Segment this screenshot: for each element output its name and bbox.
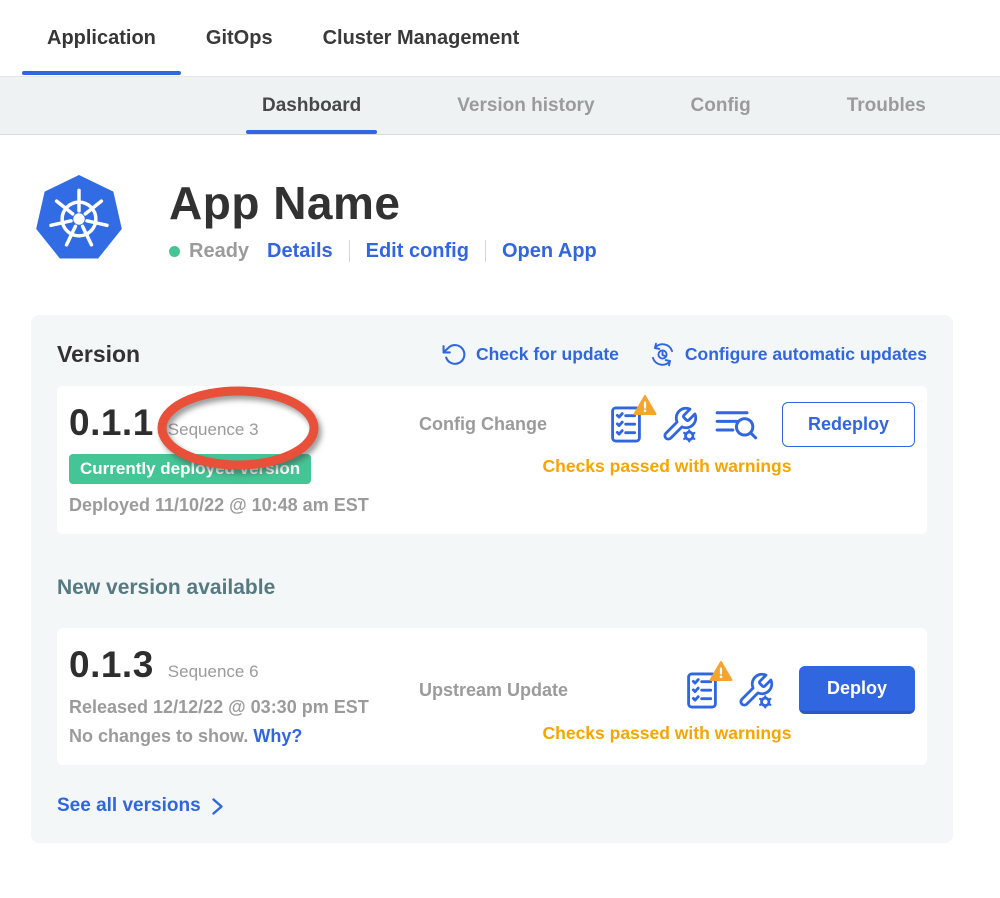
available-version-card: 0.1.3 Sequence 6 Released 12/12/22 @ 03:… <box>57 628 927 765</box>
new-version-heading: New version available <box>57 576 927 600</box>
edit-config-icon[interactable] <box>736 671 775 710</box>
tab-version-history[interactable]: Version history <box>441 77 610 134</box>
tab-gitops-label: GitOps <box>206 27 273 50</box>
tab-gitops[interactable]: GitOps <box>181 0 298 76</box>
check-for-update-label: Check for update <box>476 344 619 365</box>
preflight-checks-icon[interactable] <box>683 670 721 711</box>
divider <box>349 240 350 262</box>
tab-dashboard[interactable]: Dashboard <box>246 77 377 134</box>
active-tab-underline <box>22 71 181 75</box>
version-source-type: Upstream Update <box>419 680 568 701</box>
tab-dashboard-label: Dashboard <box>262 95 361 117</box>
current-version-sequence: Sequence 3 <box>168 420 259 440</box>
deploy-button[interactable]: Deploy <box>799 666 915 714</box>
tab-troubleshoot[interactable]: Troubles <box>831 77 942 134</box>
redeploy-button[interactable]: Redeploy <box>782 402 915 447</box>
see-all-versions-link[interactable]: See all versions <box>57 795 927 817</box>
available-version-sequence: Sequence 6 <box>168 662 259 682</box>
deployed-timestamp: Deployed 11/10/22 @ 10:48 am EST <box>69 495 419 516</box>
edit-config-link[interactable]: Edit config <box>366 240 469 263</box>
divider <box>485 240 486 262</box>
auto-update-icon <box>649 341 676 368</box>
version-section: Version Check for update Configure <box>31 315 953 843</box>
checks-status-message: Checks passed with warnings <box>419 723 915 744</box>
version-section-title: Version <box>57 341 140 368</box>
preflight-checks-icon[interactable] <box>607 404 645 445</box>
no-changes-text: No changes to show. <box>69 726 248 746</box>
status-badge: Ready <box>189 240 249 263</box>
warning-triangle-icon <box>633 394 657 416</box>
released-timestamp: Released 12/12/22 @ 03:30 pm EST <box>69 697 419 718</box>
tab-application[interactable]: Application <box>22 0 181 76</box>
available-version-number: 0.1.3 <box>69 644 154 686</box>
current-version-number: 0.1.1 <box>69 402 154 444</box>
active-subtab-underline <box>246 130 377 134</box>
secondary-nav: Dashboard Version history Config Trouble… <box>0 77 1000 135</box>
checks-status-message: Checks passed with warnings <box>419 456 915 477</box>
tab-cluster-management[interactable]: Cluster Management <box>298 0 545 76</box>
app-header: App Name Ready Details Edit config Open … <box>0 135 1000 265</box>
currently-deployed-badge: Currently deployed version <box>69 454 311 484</box>
version-source-type: Config Change <box>419 414 547 435</box>
details-link[interactable]: Details <box>267 240 333 263</box>
check-for-update-link[interactable]: Check for update <box>442 342 619 367</box>
warning-triangle-icon <box>709 660 733 682</box>
status-dot-icon <box>169 246 180 257</box>
view-files-icon[interactable] <box>714 406 758 443</box>
tab-troubleshoot-label: Troubles <box>847 95 926 117</box>
tab-cluster-management-label: Cluster Management <box>323 27 520 50</box>
primary-nav: Application GitOps Cluster Management <box>0 0 1000 77</box>
edit-config-icon[interactable] <box>660 405 699 444</box>
tab-version-history-label: Version history <box>457 95 594 117</box>
refresh-icon <box>442 342 467 367</box>
configure-automatic-updates-label: Configure automatic updates <box>685 344 927 365</box>
open-app-link[interactable]: Open App <box>502 240 597 263</box>
current-version-card: 0.1.1 Sequence 3 Currently deployed vers… <box>57 386 927 534</box>
chevron-right-icon <box>211 797 224 816</box>
see-all-versions-label: See all versions <box>57 795 201 817</box>
why-link[interactable]: Why? <box>253 726 302 746</box>
page-title: App Name <box>169 176 597 230</box>
configure-automatic-updates-link[interactable]: Configure automatic updates <box>649 341 927 368</box>
kubernetes-logo-icon <box>33 173 125 265</box>
tab-config[interactable]: Config <box>675 77 767 134</box>
tab-config-label: Config <box>691 95 751 117</box>
tab-application-label: Application <box>47 27 156 50</box>
